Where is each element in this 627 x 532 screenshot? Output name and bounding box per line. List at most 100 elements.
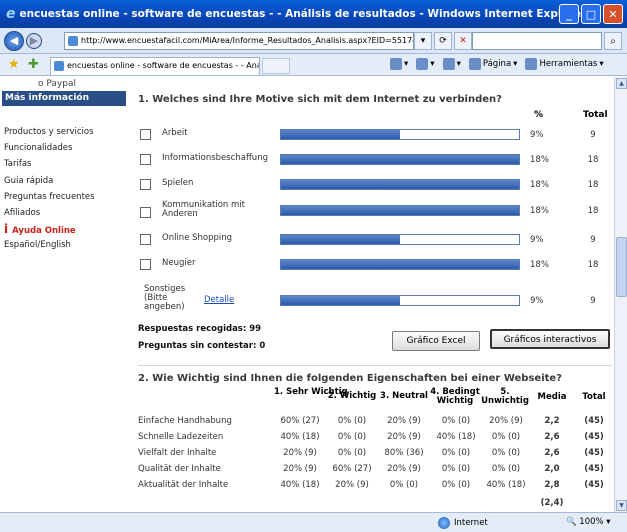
option-checkbox[interactable] bbox=[140, 179, 151, 190]
status-bar: Internet 🔍 100% ▾ bbox=[0, 512, 627, 532]
cell: 0% (0) bbox=[441, 416, 471, 426]
browser-tab[interactable]: encuestas online - software de encuestas… bbox=[50, 57, 260, 75]
col-pct-header: % bbox=[534, 110, 544, 120]
result-bar bbox=[280, 295, 520, 306]
sidebar-header: Más información bbox=[2, 91, 126, 106]
scroll-up-icon[interactable]: ▲ bbox=[616, 78, 627, 89]
row-label: Aktualität der Inhalte bbox=[138, 480, 229, 490]
option-pct: 9% bbox=[530, 296, 544, 306]
table-row: Qualität der Inhalte 20% (9) 60% (27) 20… bbox=[138, 462, 612, 477]
option-pct: 18% bbox=[530, 155, 549, 165]
table-row: Vielfalt der Inhalte 20% (9) 0% (0) 80% … bbox=[138, 446, 612, 461]
option-label: Sonstiges (Bitte angeben) bbox=[144, 284, 186, 312]
option-total: 18 bbox=[587, 155, 599, 165]
cell: 20% (9) bbox=[489, 416, 523, 426]
option-label: Kommunikation mit Anderen bbox=[162, 200, 245, 219]
result-bar-fill bbox=[281, 130, 400, 139]
table-row: Schnelle Ladezeiten 40% (18) 0% (0) 20% … bbox=[138, 430, 612, 445]
graficos-interactivos-button[interactable]: Gráficos interactivos bbox=[490, 329, 610, 349]
cell: 40% (18) bbox=[280, 480, 320, 490]
option-row: Spielen 18% 18 bbox=[138, 177, 612, 195]
cell: 0% (0) bbox=[389, 480, 419, 490]
window-title-bar: e encuestas online - software de encuest… bbox=[0, 0, 627, 28]
page-content: o Paypal Más información Productos y ser… bbox=[0, 77, 627, 512]
sidebar-item-preguntas[interactable]: Preguntas frecuentes bbox=[4, 192, 95, 202]
option-label: Online Shopping bbox=[162, 233, 233, 243]
search-icon[interactable]: ⌕ bbox=[604, 32, 622, 50]
sidebar-item-guia[interactable]: Guía rápida bbox=[4, 176, 53, 186]
back-button[interactable]: ◀ bbox=[4, 30, 24, 51]
cell: 20% (9) bbox=[387, 416, 421, 426]
sidebar-item-ayuda[interactable]: i Ayuda Online bbox=[4, 222, 76, 236]
maximize-button[interactable]: □ bbox=[581, 4, 601, 24]
option-label: Spielen bbox=[162, 178, 194, 188]
print-button[interactable]: ▾ bbox=[442, 58, 461, 70]
cell-total: (45) bbox=[584, 448, 604, 458]
page-menu[interactable]: Página ▾ bbox=[468, 58, 517, 70]
tools-menu[interactable]: Herramientas ▾ bbox=[525, 58, 604, 70]
scroll-down-icon[interactable]: ▼ bbox=[616, 500, 627, 511]
forward-button[interactable]: ▶ bbox=[26, 32, 42, 49]
option-checkbox[interactable] bbox=[140, 234, 151, 245]
result-bar bbox=[280, 205, 520, 216]
detalle-link[interactable]: Detalle bbox=[204, 295, 234, 305]
refresh-icon[interactable]: ⟳ bbox=[434, 32, 452, 50]
paypal-text: o Paypal bbox=[38, 79, 76, 89]
favorites-star-icon[interactable]: ★ bbox=[8, 57, 20, 72]
cell: 0% (0) bbox=[491, 432, 521, 442]
zoom-control[interactable]: 🔍 100% ▾ bbox=[566, 517, 611, 527]
tools-menu-label: Herramientas bbox=[539, 59, 598, 69]
feeds-button[interactable]: ▾ bbox=[416, 58, 435, 70]
new-tab-button[interactable] bbox=[262, 58, 290, 74]
scroll-thumb[interactable] bbox=[616, 237, 627, 297]
option-checkbox[interactable] bbox=[140, 154, 151, 165]
vertical-scrollbar[interactable]: ▲ ▼ bbox=[614, 77, 627, 512]
tab-page-icon bbox=[54, 61, 64, 71]
sidebar: o Paypal Más información Productos y ser… bbox=[0, 77, 126, 512]
dropdown-icon[interactable]: ▾ bbox=[414, 32, 432, 50]
option-row: Neugier 18% 18 bbox=[138, 257, 612, 275]
security-zone: Internet bbox=[438, 517, 488, 529]
option-checkbox[interactable] bbox=[140, 259, 151, 270]
close-button[interactable]: ✕ bbox=[603, 4, 623, 24]
option-row: Sonstiges (Bitte angeben) Detalle 9% 9 bbox=[138, 285, 612, 317]
option-total: 18 bbox=[587, 180, 599, 190]
gear-icon bbox=[525, 58, 538, 70]
home-button[interactable]: ▾ bbox=[390, 58, 408, 70]
address-bar[interactable]: http://www.encuestafacil.com/MiArea/Info… bbox=[64, 32, 414, 50]
col-header: 1. Sehr Wichtig bbox=[274, 387, 348, 397]
respuestas-text: Respuestas recogidas: 99 bbox=[138, 324, 262, 334]
result-bar-fill bbox=[281, 155, 519, 164]
option-total: 9 bbox=[590, 296, 596, 306]
option-pct: 9% bbox=[530, 130, 544, 140]
option-label: Arbeit bbox=[162, 128, 188, 138]
option-label: Neugier bbox=[162, 258, 196, 268]
sidebar-item-productos[interactable]: Productos y servicios bbox=[4, 127, 94, 137]
cell: 20% (9) bbox=[387, 464, 421, 474]
minimize-button[interactable]: _ bbox=[559, 4, 579, 24]
add-favorites-icon[interactable]: ✚ bbox=[28, 57, 39, 72]
option-checkbox[interactable] bbox=[140, 207, 151, 218]
window-title: encuestas online - software de encuestas… bbox=[19, 8, 587, 20]
feeds-icon bbox=[416, 58, 429, 70]
stop-icon[interactable]: ✕ bbox=[454, 32, 472, 50]
search-input[interactable] bbox=[472, 32, 602, 50]
sidebar-item-afiliados[interactable]: Afiliados bbox=[4, 208, 40, 218]
result-bar-fill bbox=[281, 180, 519, 189]
cell-total: (45) bbox=[584, 416, 604, 426]
option-checkbox[interactable] bbox=[140, 129, 151, 140]
option-pct: 18% bbox=[530, 206, 549, 216]
grafico-excel-button[interactable]: Gráfico Excel bbox=[392, 331, 480, 351]
option-total: 9 bbox=[590, 235, 596, 245]
overall-media: (2,4) bbox=[540, 498, 564, 508]
row-label: Vielfalt der Inhalte bbox=[138, 448, 217, 458]
sidebar-item-tarifas[interactable]: Tarifas bbox=[4, 159, 31, 169]
option-pct: 9% bbox=[530, 235, 544, 245]
sidebar-item-funcionalidades[interactable]: Funcionalidades bbox=[4, 143, 72, 153]
tab-title: encuestas online - software de encuestas… bbox=[67, 61, 259, 70]
sidebar-item-lang[interactable]: Español/English bbox=[4, 240, 71, 250]
cell: 40% (18) bbox=[436, 432, 476, 442]
address-actions: ▾ ⟳ ✕ bbox=[414, 32, 472, 50]
cell: 0% (0) bbox=[337, 416, 367, 426]
table-row-overall: (2,4) bbox=[138, 496, 612, 511]
